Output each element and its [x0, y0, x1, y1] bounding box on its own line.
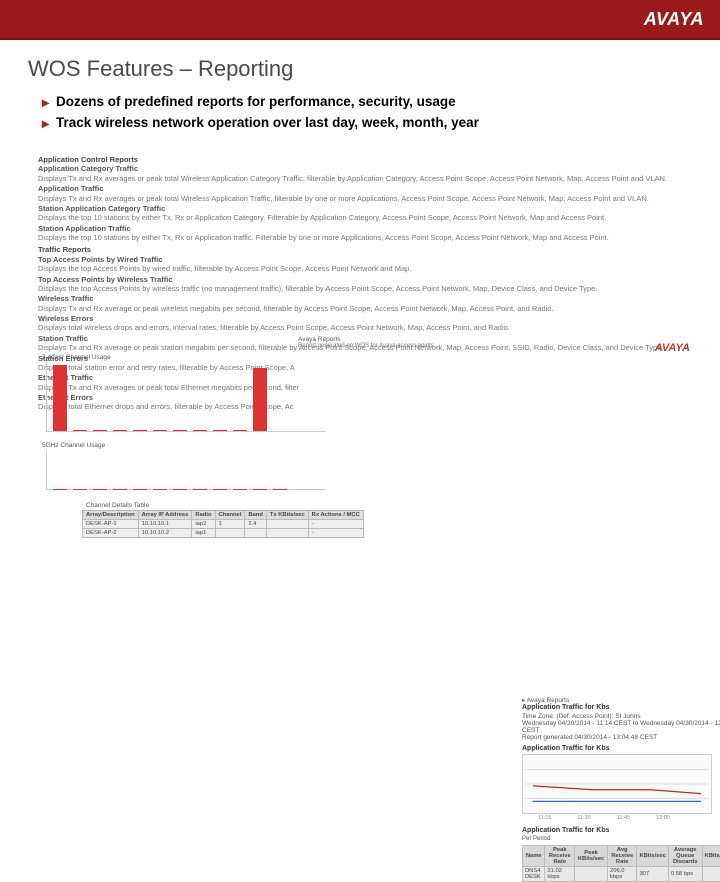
- bar: [173, 430, 187, 431]
- report-meta-panel: ▸ Avaya Reports Application Traffic for …: [522, 696, 720, 882]
- report-name: Wireless Traffic: [38, 294, 692, 303]
- generated-at: Report generated 04/30/2014 - 13:04:48 C…: [522, 734, 720, 741]
- report-desc: Displays the top Access Points by wirele…: [38, 284, 692, 293]
- bar: [53, 365, 67, 431]
- x-ticks: 11:15 11:30 11:45 12:00: [522, 815, 720, 821]
- channel-details-table: Array/DescriptionArray IP AddressRadioCh…: [82, 510, 364, 538]
- channel-details: Channel Details Table Array/DescriptionA…: [82, 500, 364, 538]
- report-desc: Displays Tx and Rx average or peak wirel…: [38, 304, 692, 313]
- bar: [133, 430, 147, 431]
- chart-zone: Avaya Reports Report generated on WOS fo…: [38, 340, 708, 540]
- report-group: ▸ Avaya Reports: [522, 696, 720, 704]
- bar: [193, 430, 207, 431]
- bar: [93, 430, 107, 431]
- bar: [233, 430, 247, 431]
- summary-sub: Per Period: [522, 836, 720, 842]
- bullet-item: Track wireless network operation over la…: [42, 115, 692, 130]
- slide-body: WOS Features – Reporting Dozens of prede…: [0, 40, 720, 146]
- bullet-item: Dozens of predefined reports for perform…: [42, 94, 692, 109]
- report-name: Application Category Traffic: [38, 164, 692, 173]
- report-name: Top Access Points by Wireless Traffic: [38, 275, 692, 284]
- time-interval: Wednesday 04/30/2014 - 11:14 CEST to Wed…: [522, 720, 720, 734]
- chart-title: 2.4GHz Channel Usage: [42, 354, 326, 361]
- report-name: Wireless Errors: [38, 314, 692, 323]
- report-desc: Displays the top Access Points by wired …: [38, 264, 692, 273]
- header-bar: AVAYA: [0, 0, 720, 40]
- bar: [73, 430, 87, 431]
- slide-title: WOS Features – Reporting: [28, 56, 692, 82]
- report-name: Station Application Category Traffic: [38, 204, 692, 213]
- bullet-list: Dozens of predefined reports for perform…: [28, 94, 692, 130]
- line-chart: [522, 754, 712, 814]
- report-name: Top Access Points by Wired Traffic: [38, 255, 692, 264]
- report-title: Application Traffic for Kbs: [522, 704, 720, 711]
- report-desc: Displays Tx and Rx averages or peak tota…: [38, 194, 692, 203]
- summary-table: NamePeak Receive RatePeak KBits/secAvg R…: [522, 845, 720, 882]
- bar: [153, 430, 167, 431]
- bar: [253, 368, 267, 431]
- report-name: Station Application Traffic: [38, 224, 692, 233]
- report-desc: Displays Tx and Rx averages or peak tota…: [38, 174, 692, 183]
- report-desc: Displays total wireless drops and errors…: [38, 323, 692, 332]
- bar-chart-5ghz: [46, 450, 326, 490]
- time-zone: Time Zone: (Def. Access Point): St Johns: [522, 713, 720, 720]
- report-header-tiny: Avaya Reports: [298, 336, 341, 343]
- report-group-heading: Application Control Reports: [38, 155, 692, 164]
- report-group-heading: Traffic Reports: [38, 245, 692, 254]
- brand-logo: AVAYA: [644, 9, 704, 30]
- bar: [113, 430, 127, 431]
- report-desc: Displays the top 10 stations by either T…: [38, 213, 692, 222]
- report-subtext: Report generated on WOS for Avaya access…: [298, 343, 434, 349]
- summary-label: Application Traffic for Kbs: [522, 827, 720, 834]
- chart-title: 5GHz Channel Usage: [42, 442, 326, 449]
- report-desc: Displays the top 10 stations by either T…: [38, 233, 692, 242]
- bar-chart-24ghz: [46, 362, 326, 432]
- report-name: Application Traffic: [38, 184, 692, 193]
- bar: [213, 430, 227, 431]
- section-label: Application Traffic for Kbs: [522, 745, 720, 752]
- table-title: Channel Details Table: [86, 502, 364, 509]
